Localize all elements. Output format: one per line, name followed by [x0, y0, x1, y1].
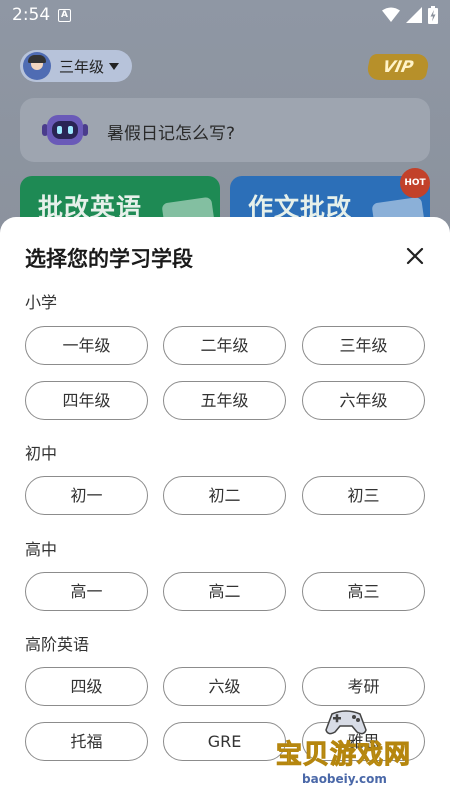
section-label-advanced-english: 高阶英语 [25, 635, 90, 654]
option-junior-1[interactable]: 初一 [25, 476, 148, 515]
caret-down-icon [109, 62, 120, 70]
option-cet6[interactable]: 六级 [163, 667, 286, 706]
notification-a-icon: A [58, 9, 71, 22]
grade-selector-label: 三年级 [59, 57, 105, 76]
wifi-icon [382, 7, 400, 22]
avatar [23, 52, 51, 80]
battery-icon [428, 6, 438, 24]
option-cet4[interactable]: 四级 [25, 667, 148, 706]
option-postgrad[interactable]: 考研 [302, 667, 425, 706]
ask-box[interactable]: 暑假日记怎么写? [20, 98, 430, 162]
close-icon [406, 247, 424, 265]
ask-placeholder: 暑假日记怎么写? [107, 124, 236, 144]
option-grade-4[interactable]: 四年级 [25, 381, 148, 420]
option-grade-3[interactable]: 三年级 [302, 326, 425, 365]
option-grade-1[interactable]: 一年级 [25, 326, 148, 365]
option-gre[interactable]: GRE [163, 722, 286, 761]
section-label-senior-high: 高中 [25, 540, 58, 559]
option-junior-2[interactable]: 初二 [163, 476, 286, 515]
sheet-title: 选择您的学习学段 [25, 247, 193, 271]
vip-badge[interactable]: VIP [365, 54, 431, 80]
grade-select-sheet: 选择您的学习学段 小学 一年级 二年级 三年级 四年级 五年级 六年级 初中 初… [0, 217, 450, 800]
section-label-junior-high: 初中 [25, 444, 58, 463]
option-grade-2[interactable]: 二年级 [163, 326, 286, 365]
option-grade-6[interactable]: 六年级 [302, 381, 425, 420]
grade-selector[interactable]: 三年级 [20, 50, 132, 82]
option-toefl[interactable]: 托福 [25, 722, 148, 761]
option-ielts[interactable]: 雅思 [302, 722, 425, 761]
option-senior-2[interactable]: 高二 [163, 572, 286, 611]
option-senior-3[interactable]: 高三 [302, 572, 425, 611]
signal-icon [406, 7, 422, 23]
option-junior-3[interactable]: 初三 [302, 476, 425, 515]
status-time: 2:54 [12, 5, 51, 25]
option-grade-5[interactable]: 五年级 [163, 381, 286, 420]
hot-badge: HOT [400, 168, 430, 198]
section-label-primary: 小学 [25, 293, 58, 312]
robot-icon [42, 115, 88, 145]
status-bar: 2:54 A [0, 0, 450, 34]
close-button[interactable] [398, 239, 432, 273]
option-senior-1[interactable]: 高一 [25, 572, 148, 611]
status-icons [382, 6, 438, 24]
